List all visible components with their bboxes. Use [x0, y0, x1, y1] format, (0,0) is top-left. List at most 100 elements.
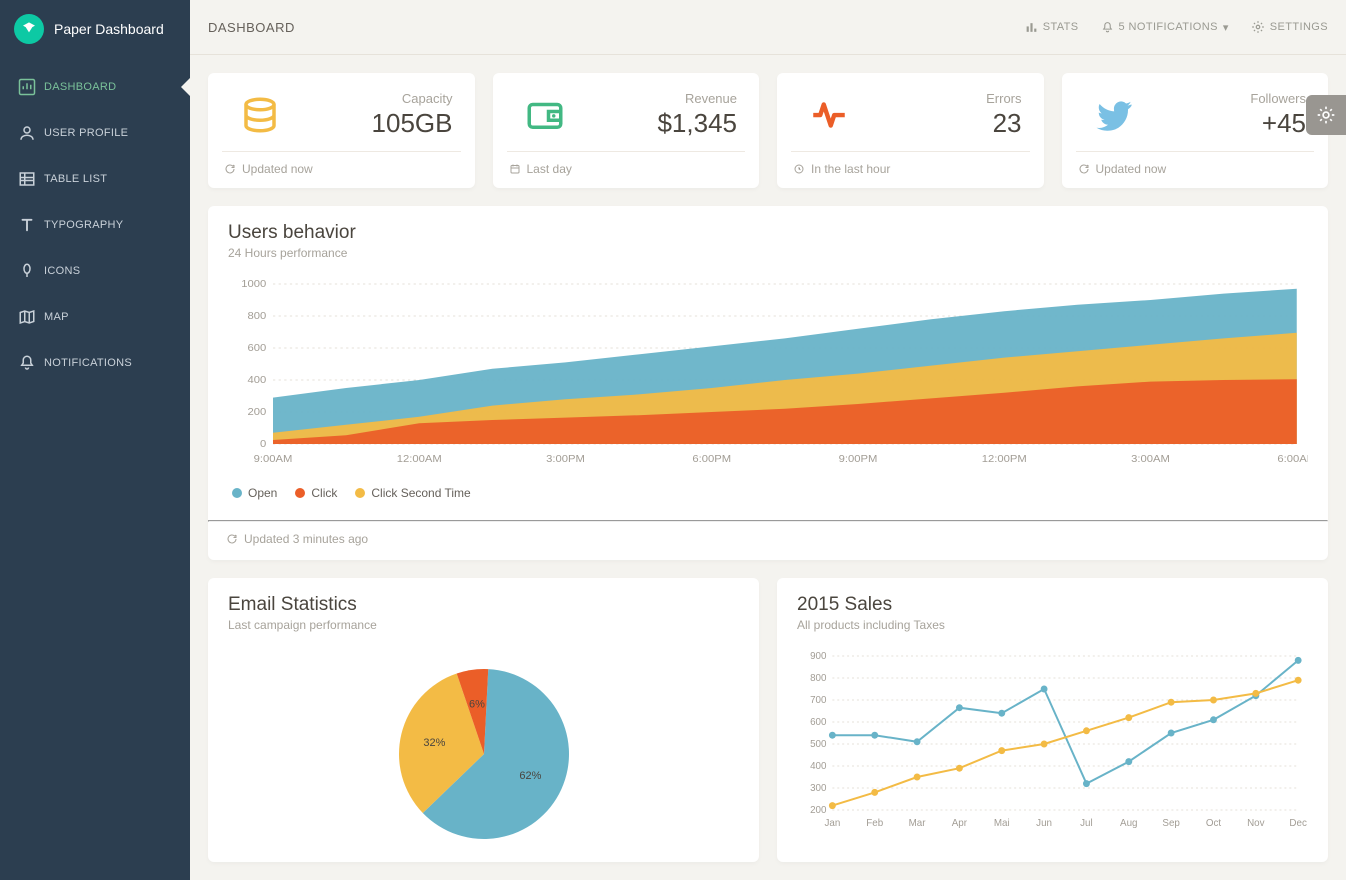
svg-text:Mai: Mai	[994, 818, 1010, 829]
stat-footer: Last day	[527, 162, 572, 176]
svg-text:200: 200	[248, 407, 267, 418]
map-icon	[18, 308, 44, 326]
refresh-icon	[226, 533, 238, 545]
sidebar-item-icons[interactable]: ICONS	[0, 248, 190, 294]
svg-text:6%: 6%	[469, 698, 485, 710]
logo-badge-icon	[14, 14, 44, 44]
database-icon	[230, 94, 290, 136]
stat-value: 105GB	[372, 108, 453, 139]
sidebar-item-typography[interactable]: TYPOGRAPHY	[0, 202, 190, 248]
svg-text:3:00PM: 3:00PM	[546, 454, 585, 465]
stat-label: Capacity	[372, 91, 453, 106]
logo[interactable]: Paper Dashboard	[0, 0, 190, 58]
gear-icon	[1251, 20, 1265, 34]
svg-text:200: 200	[810, 805, 827, 816]
sidebar-item-label: NOTIFICATIONS	[44, 357, 132, 369]
svg-text:Nov: Nov	[1247, 818, 1265, 829]
svg-text:500: 500	[810, 739, 827, 750]
page-title: DASHBOARD	[208, 20, 295, 35]
svg-text:900: 900	[810, 651, 827, 662]
svg-text:32%: 32%	[423, 737, 445, 749]
svg-text:800: 800	[810, 673, 827, 684]
sidebar-item-label: TABLE LIST	[44, 173, 107, 185]
sales-line-chart: 200300400500600700800900JanFebMarAprMaiJ…	[797, 646, 1308, 836]
refresh-icon	[1078, 163, 1090, 175]
svg-text:Feb: Feb	[866, 818, 883, 829]
card-title: Email Statistics	[228, 594, 739, 616]
svg-text:6:00PM: 6:00PM	[692, 454, 731, 465]
svg-text:62%: 62%	[519, 770, 541, 782]
legend-item: Click Second Time	[355, 486, 470, 500]
sidebar: Paper Dashboard DASHBOARD USER PROFILE TAB…	[0, 0, 190, 880]
svg-text:1000: 1000	[241, 279, 266, 290]
stat-card-followers: Followers+45Updated now	[1062, 73, 1329, 188]
bell-icon	[18, 354, 44, 372]
svg-text:600: 600	[810, 717, 827, 728]
sidebar-item-notifications[interactable]: NOTIFICATIONS	[0, 340, 190, 386]
stat-card-errors: Errors23In the last hour	[777, 73, 1044, 188]
svg-text:800: 800	[248, 311, 267, 322]
stat-footer: Updated now	[242, 162, 313, 176]
svg-text:Dec: Dec	[1289, 818, 1307, 829]
stat-footer: Updated now	[1096, 162, 1167, 176]
chart-icon	[18, 78, 44, 96]
table-icon	[18, 170, 44, 188]
sidebar-item-table-list[interactable]: TABLE LIST	[0, 156, 190, 202]
twitter-icon	[1084, 94, 1144, 136]
stat-value: $1,345	[657, 108, 737, 139]
svg-text:Oct: Oct	[1206, 818, 1222, 829]
topbar-stats[interactable]: STATS	[1025, 21, 1079, 34]
stat-card-revenue: Revenue $1,345 Last day	[493, 73, 760, 188]
user-icon	[18, 124, 44, 142]
chevron-down-icon: ▾	[1223, 21, 1229, 34]
email-pie-chart: 62% 32% 6%	[354, 646, 614, 846]
svg-text:600: 600	[248, 343, 267, 354]
sidebar-item-label: USER PROFILE	[44, 127, 128, 139]
svg-text:400: 400	[810, 761, 827, 772]
svg-text:Mar: Mar	[909, 818, 927, 829]
sidebar-item-user-profile[interactable]: USER PROFILE	[0, 110, 190, 156]
svg-text:Jan: Jan	[824, 818, 840, 829]
svg-text:Apr: Apr	[952, 818, 968, 829]
bell-icon	[1101, 21, 1114, 34]
sidebar-item-map[interactable]: MAP	[0, 294, 190, 340]
svg-text:9:00PM: 9:00PM	[839, 454, 878, 465]
sidebar-item-label: TYPOGRAPHY	[44, 219, 123, 231]
svg-text:Jul: Jul	[1080, 818, 1093, 829]
card-title: 2015 Sales	[797, 594, 1308, 616]
stat-card-capacity: Capacity 105GB Updated now	[208, 73, 475, 188]
stats-icon	[1025, 21, 1038, 34]
stat-label: Errors	[986, 91, 1021, 106]
svg-text:3:00AM: 3:00AM	[1131, 454, 1170, 465]
calendar-icon	[509, 163, 521, 175]
stat-value: +45	[1250, 108, 1306, 139]
topbar: DASHBOARD STATS 5 NOTIFICATIONS ▾ SETTIN…	[190, 0, 1346, 55]
refresh-icon	[224, 163, 236, 175]
wallet-icon	[515, 94, 575, 136]
sidebar-item-label: ICONS	[44, 265, 80, 277]
svg-text:12:00PM: 12:00PM	[982, 454, 1027, 465]
brand-text: Paper Dashboard	[54, 21, 164, 37]
settings-tab[interactable]	[1306, 95, 1346, 135]
sidebar-item-dashboard[interactable]: DASHBOARD	[0, 64, 190, 110]
svg-text:12:00AM: 12:00AM	[397, 454, 442, 465]
users-behavior-chart: 020040060080010009:00AM12:00AM3:00PM6:00…	[228, 274, 1308, 474]
topbar-notifications[interactable]: 5 NOTIFICATIONS ▾	[1101, 21, 1229, 34]
gear-icon	[1316, 105, 1336, 125]
email-stats-card: Email Statistics Last campaign performan…	[208, 578, 759, 862]
svg-text:9:00AM: 9:00AM	[254, 454, 293, 465]
legend-item: Click	[295, 486, 337, 500]
topbar-settings[interactable]: SETTINGS	[1251, 20, 1328, 34]
sidebar-nav: DASHBOARD USER PROFILE TABLE LIST TYPOGRAPH…	[0, 58, 190, 386]
card-subtitle: 24 Hours performance	[228, 246, 1308, 260]
stat-footer: In the last hour	[811, 162, 890, 176]
type-icon	[18, 216, 44, 234]
chart-legend: OpenClickClick Second Time	[228, 486, 1308, 504]
card-title: Users behavior	[228, 222, 1308, 244]
card-subtitle: All products including Taxes	[797, 618, 1308, 632]
main: DASHBOARD STATS 5 NOTIFICATIONS ▾ SETTIN…	[190, 0, 1346, 880]
card-subtitle: Last campaign performance	[228, 618, 739, 632]
svg-text:6:00AM: 6:00AM	[1277, 454, 1308, 465]
users-behavior-card: Users behavior 24 Hours performance 0200…	[208, 206, 1328, 560]
stat-label: Revenue	[657, 91, 737, 106]
